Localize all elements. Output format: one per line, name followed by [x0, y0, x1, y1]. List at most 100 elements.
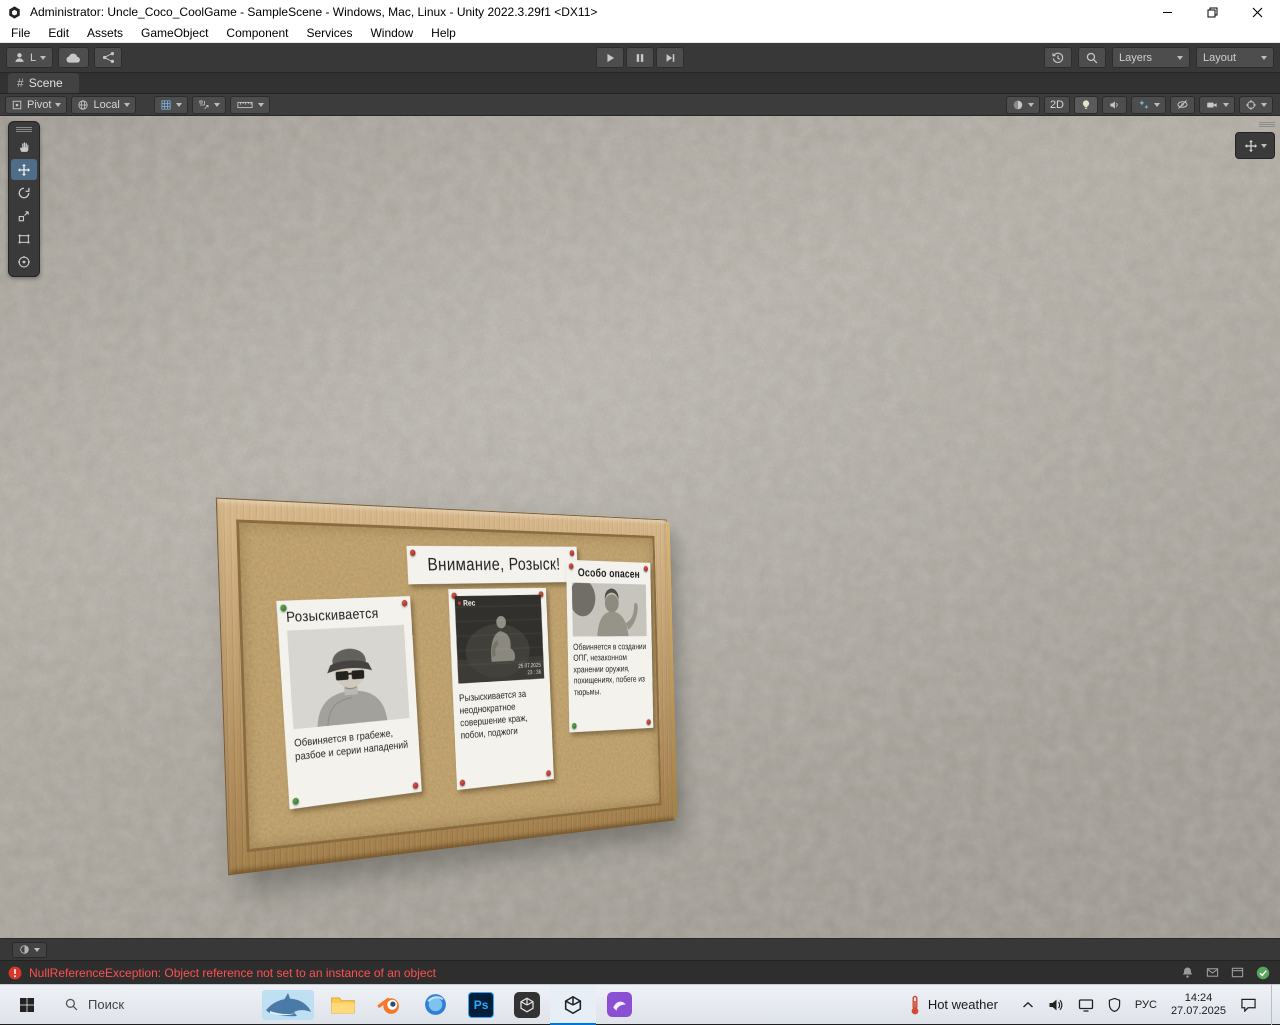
rotate-icon	[18, 187, 30, 198]
app-photoshop[interactable]: Ps	[458, 985, 504, 1025]
rotate-tool[interactable]	[11, 182, 37, 203]
lighting-toggle[interactable]	[1074, 95, 1098, 114]
action-center-icon[interactable]	[1240, 997, 1257, 1012]
app-purple[interactable]	[596, 985, 642, 1025]
hidden-icons-chevron-icon[interactable]	[1022, 1001, 1034, 1009]
layout-label: Layout	[1203, 51, 1237, 64]
draw-mode-dropdown[interactable]	[1005, 95, 1040, 114]
scene-viewport[interactable]: Внимание, Розыск! Розыскивается Обвиняет…	[0, 116, 1280, 938]
console-error-message: NullReferenceException: Object reference…	[29, 965, 436, 980]
camera-dropdown[interactable]	[1199, 95, 1235, 114]
window-icon[interactable]	[1231, 966, 1244, 979]
unity-hub-icon	[514, 991, 541, 1018]
poster-charges: Рызыскивается за неоднократное совершени…	[458, 689, 528, 742]
panel-drag-handle[interactable]	[16, 125, 32, 134]
account-label: L	[30, 51, 37, 64]
play-button[interactable]	[596, 47, 624, 68]
close-button[interactable]	[1235, 0, 1280, 24]
app-unity-editor[interactable]	[550, 984, 597, 1025]
menu-assets[interactable]: Assets	[78, 24, 132, 42]
unity-editor-icon	[564, 995, 582, 1014]
status-bar[interactable]: NullReferenceException: Object reference…	[0, 960, 1280, 984]
menu-component[interactable]: Component	[217, 24, 297, 42]
minimize-button[interactable]	[1145, 0, 1190, 24]
menu-edit[interactable]: Edit	[39, 24, 78, 42]
step-button[interactable]	[656, 47, 684, 68]
menu-file[interactable]: File	[2, 24, 39, 42]
scale-icon	[18, 210, 29, 221]
pivot-icon	[12, 100, 22, 109]
search-label: Поиск	[88, 997, 125, 1012]
notification-bell-icon[interactable]	[1181, 966, 1194, 979]
rect-tool[interactable]	[11, 228, 37, 249]
crosshair-icon	[1246, 99, 1256, 110]
unity-logo-icon	[7, 5, 22, 20]
increment-snap-dropdown[interactable]	[229, 95, 270, 114]
audio-toggle[interactable]	[1102, 95, 1127, 114]
2d-toggle[interactable]: 2D	[1043, 95, 1070, 114]
chevron-down-icon	[34, 947, 40, 952]
account-dropdown[interactable]: L	[6, 47, 54, 68]
clock-date: 27.07.2025	[1170, 1004, 1226, 1017]
volume-icon[interactable]	[1048, 998, 1064, 1012]
snap-settings-dropdown[interactable]	[191, 95, 226, 114]
chevron-down-icon	[55, 102, 62, 107]
show-desktop-button[interactable]	[1271, 984, 1276, 1025]
view-tool[interactable]	[11, 136, 37, 157]
app-shark-game[interactable]	[256, 985, 320, 1025]
scene-visibility-toggle[interactable]	[1170, 95, 1195, 114]
start-button[interactable]	[4, 985, 50, 1025]
pivot-dropdown[interactable]: Pivot	[5, 95, 68, 114]
browser-globe-icon	[424, 994, 446, 1015]
menu-gameobject[interactable]: GameObject	[132, 24, 217, 42]
wanted-header-text: Внимание, Розыск!	[426, 554, 561, 575]
app-blender[interactable]	[366, 985, 412, 1025]
cloud-button[interactable]	[58, 47, 90, 68]
language-indicator[interactable]: РУС	[1135, 999, 1157, 1011]
move-tool[interactable]	[11, 159, 37, 180]
menu-window[interactable]: Window	[361, 24, 422, 42]
scale-tool[interactable]	[11, 205, 37, 226]
local-dropdown[interactable]: Local	[71, 95, 136, 114]
chevron-down-icon	[123, 102, 130, 107]
gizmo-drag-handle[interactable]	[1259, 120, 1275, 129]
network-display-icon[interactable]	[1078, 998, 1094, 1012]
search-button[interactable]	[1078, 47, 1106, 68]
pushpin-red	[409, 549, 416, 556]
account-icon	[15, 53, 24, 62]
globe-icon	[78, 99, 89, 110]
local-label: Local	[93, 98, 120, 111]
layers-dropdown[interactable]: Layers	[1112, 47, 1190, 68]
chevron-down-icon	[1261, 55, 1267, 60]
lens-icon	[20, 945, 29, 954]
menu-services[interactable]: Services	[297, 24, 361, 42]
clock-time: 14:24	[1184, 991, 1213, 1004]
menu-help[interactable]: Help	[422, 24, 465, 42]
chevron-down-icon	[1154, 102, 1160, 107]
tab-scene[interactable]: # Scene	[8, 73, 79, 93]
security-shield-icon[interactable]	[1108, 997, 1121, 1012]
grid-visibility-dropdown[interactable]	[153, 95, 188, 114]
toolbar-left-group: L	[6, 47, 123, 68]
app-unity-hub[interactable]	[504, 985, 550, 1025]
undo-history-button[interactable]	[1044, 47, 1072, 68]
overlay-lens-dropdown[interactable]	[12, 941, 47, 958]
taskbar-search[interactable]: Поиск	[50, 997, 138, 1012]
pause-button[interactable]	[626, 47, 654, 68]
transform-tool[interactable]	[11, 251, 37, 272]
rec-label: Rec	[462, 598, 476, 608]
gizmos-dropdown[interactable]	[1239, 95, 1273, 114]
orientation-gizmo-dropdown[interactable]	[1235, 132, 1275, 159]
tab-bar: # Scene	[0, 73, 1280, 94]
cctv-photo: Rec 25.07.2025 23 : 36	[454, 594, 545, 684]
weather-widget[interactable]: Hot weather	[896, 995, 1012, 1015]
collab-button[interactable]	[94, 47, 123, 68]
message-icon[interactable]	[1206, 966, 1219, 979]
clock[interactable]: 14:24 27.07.2025	[1171, 992, 1226, 1018]
effects-dropdown[interactable]	[1131, 95, 1166, 114]
app-browser[interactable]	[412, 985, 458, 1025]
restore-button[interactable]	[1190, 0, 1235, 24]
app-file-explorer[interactable]	[320, 985, 366, 1025]
layout-dropdown[interactable]: Layout	[1196, 47, 1274, 68]
progress-check-icon[interactable]	[1256, 966, 1270, 980]
